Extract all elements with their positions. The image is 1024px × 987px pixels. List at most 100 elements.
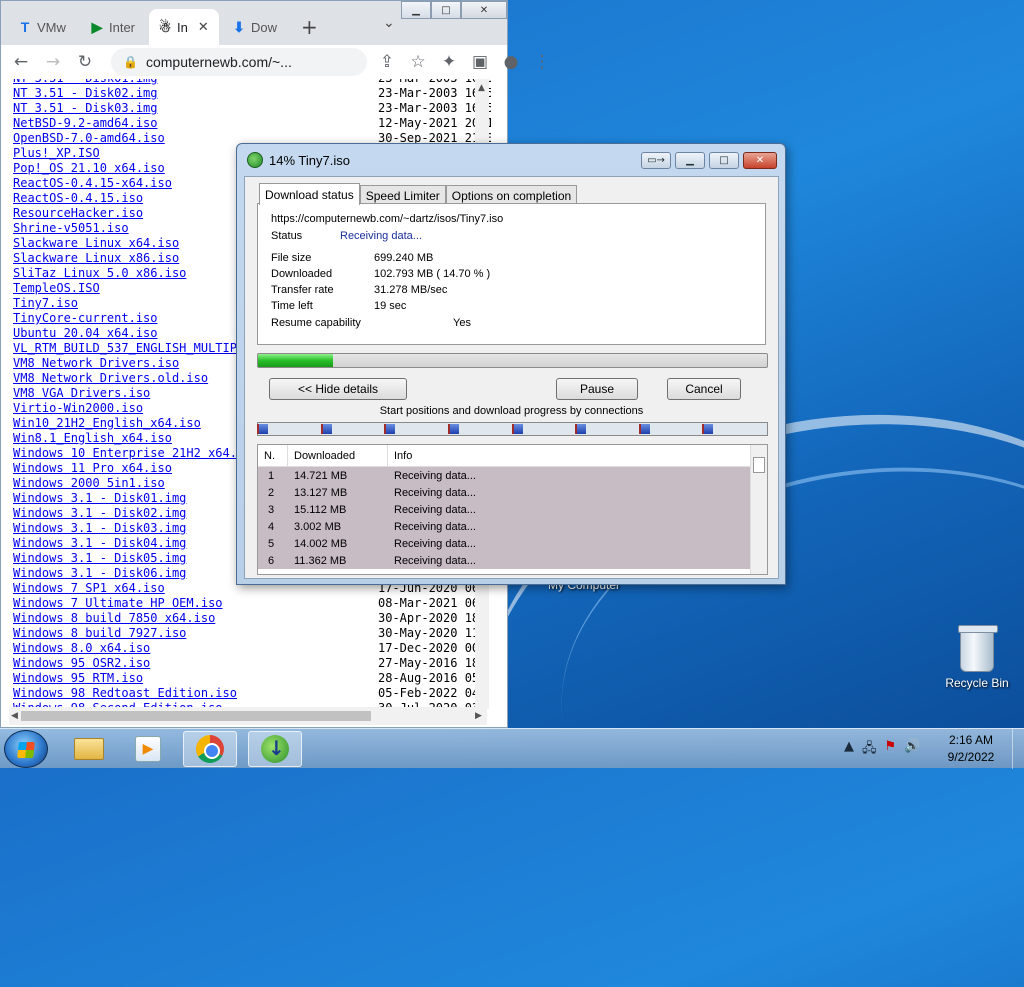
tab-speed-limiter[interactable]: Speed Limiter xyxy=(359,185,446,205)
extensions-icon[interactable]: ✦ xyxy=(435,48,463,76)
file-link[interactable]: Windows 11 Pro x64.iso xyxy=(13,461,172,475)
file-link[interactable]: Windows 7 SP1 x64.iso xyxy=(13,581,165,595)
taskbar-chrome[interactable] xyxy=(183,731,237,767)
file-link[interactable]: Windows 8 build 7850 x64.iso xyxy=(13,611,215,625)
reload-icon[interactable]: ↻ xyxy=(71,48,99,76)
file-link[interactable]: Ubuntu 20.04 x64.iso xyxy=(13,326,158,340)
file-link[interactable]: ResourceHacker.iso xyxy=(13,206,143,220)
file-link[interactable]: Windows 3.1 - Disk05.img xyxy=(13,551,186,565)
taskbar-media-player[interactable]: ▶ xyxy=(121,731,175,767)
tab-internet[interactable]: ▶ Inter xyxy=(81,9,145,45)
file-link[interactable]: Windows 10 Enterprise 21H2 x64.i xyxy=(13,446,244,460)
tab-options-on-completion[interactable]: Options on completion xyxy=(445,185,578,205)
file-link[interactable]: ReactOS-0.4.15.iso xyxy=(13,191,143,205)
start-button[interactable] xyxy=(4,730,48,768)
file-link[interactable]: VM8 VGA Drivers.iso xyxy=(13,386,150,400)
file-link[interactable]: Windows 8.0 x64.iso xyxy=(13,641,150,655)
network-icon[interactable]: 🖧 xyxy=(862,739,877,761)
send-to-tray-button[interactable]: ▭→ xyxy=(641,152,671,169)
minimize-button[interactable]: ▁ xyxy=(401,1,431,19)
file-link[interactable]: VM8 Network Drivers.old.iso xyxy=(13,371,208,385)
taskbar-explorer[interactable] xyxy=(62,731,116,767)
maximize-button[interactable]: □ xyxy=(431,1,461,19)
table-scroll-thumb[interactable] xyxy=(753,457,765,473)
file-link[interactable]: Windows 98 Redtoast Edition.iso xyxy=(13,686,237,700)
file-link[interactable]: Windows 2000 5in1.iso xyxy=(13,476,165,490)
file-link[interactable]: Tiny7.iso xyxy=(13,296,78,310)
file-link[interactable]: NT 3.51 - Disk03.img xyxy=(13,101,158,115)
col-n[interactable]: N. xyxy=(258,445,288,466)
new-tab-button[interactable]: + xyxy=(301,15,318,39)
profile-avatar-icon[interactable]: ● xyxy=(497,48,525,76)
menu-kebab-icon[interactable]: ⋮ xyxy=(528,48,556,76)
file-link[interactable]: NetBSD-9.2-amd64.iso xyxy=(13,116,158,130)
forward-icon[interactable]: → xyxy=(39,48,67,76)
dialog-maximize-button[interactable]: □ xyxy=(709,152,739,169)
file-link[interactable]: Pop!_OS 21.10 x64.iso xyxy=(13,161,165,175)
address-bar[interactable]: 🔒 computernewb.com/~... xyxy=(111,48,367,76)
file-link[interactable]: VM8 Network Drivers.iso xyxy=(13,356,179,370)
file-link[interactable]: Slackware Linux x86.iso xyxy=(13,251,179,265)
connection-row[interactable]: 5 14.002 MB Receiving data... xyxy=(258,535,767,552)
file-link[interactable]: Slackware Linux x64.iso xyxy=(13,236,179,250)
connection-row[interactable]: 1 14.721 MB Receiving data... xyxy=(258,467,767,484)
pause-button[interactable]: Pause xyxy=(556,378,638,400)
tab-downloads[interactable]: ⬇ Dow xyxy=(223,9,287,45)
file-link[interactable]: Windows 3.1 - Disk03.img xyxy=(13,521,186,535)
bookmark-star-icon[interactable]: ☆ xyxy=(404,48,432,76)
file-link[interactable]: ReactOS-0.4.15-x64.iso xyxy=(13,176,172,190)
hide-details-button[interactable]: << Hide details xyxy=(269,378,407,400)
close-button[interactable]: ✕ xyxy=(461,1,507,19)
dialog-minimize-button[interactable]: ▁ xyxy=(675,152,705,169)
col-downloaded[interactable]: Downloaded xyxy=(288,445,388,466)
tab-index[interactable]: ☃ In ✕ xyxy=(149,9,219,45)
file-link[interactable]: Windows 3.1 - Disk01.img xyxy=(13,491,186,505)
cancel-button[interactable]: Cancel xyxy=(667,378,741,400)
action-center-flag-icon[interactable]: ⚑ xyxy=(885,739,897,761)
file-link[interactable]: Plus!_XP.ISO xyxy=(13,146,100,160)
file-link[interactable]: SliTaz Linux 5.0 x86.iso xyxy=(13,266,186,280)
file-link[interactable]: Windows 95 RTM.iso xyxy=(13,671,143,685)
file-link[interactable]: Windows 95 OSR2.iso xyxy=(13,656,150,670)
dialog-close-button[interactable]: ✕ xyxy=(743,152,777,169)
connection-row[interactable]: 6 11.362 MB Receiving data... xyxy=(258,552,767,569)
scroll-left-arrow-icon[interactable]: ◀ xyxy=(11,711,18,721)
file-link[interactable]: NT 3.51 - Disk01.img xyxy=(13,79,158,85)
share-icon[interactable]: ⇪ xyxy=(373,48,401,76)
file-link[interactable]: Windows 8 build 7927.iso xyxy=(13,626,186,640)
file-link[interactable]: TinyCore-current.iso xyxy=(13,311,158,325)
scroll-up-arrow-icon[interactable]: ▲ xyxy=(478,83,485,93)
close-tab-icon[interactable]: ✕ xyxy=(198,19,209,35)
show-desktop-button[interactable] xyxy=(1012,729,1024,769)
file-link[interactable]: Windows 3.1 - Disk04.img xyxy=(13,536,186,550)
file-link[interactable]: Windows 3.1 - Disk06.img xyxy=(13,566,186,580)
file-link[interactable]: TempleOS.ISO xyxy=(13,281,100,295)
tab-vmware[interactable]: T VMw xyxy=(9,9,79,45)
tab-search-chevron-icon[interactable]: ⌄ xyxy=(383,15,395,31)
side-panel-icon[interactable]: ▣ xyxy=(466,48,494,76)
tab-download-status[interactable]: Download status xyxy=(259,183,360,205)
file-link[interactable]: Windows 7 Ultimate HP OEM.iso xyxy=(13,596,223,610)
file-link[interactable]: Windows 3.1 - Disk02.img xyxy=(13,506,186,520)
col-info[interactable]: Info xyxy=(388,445,751,466)
connection-row[interactable]: 2 13.127 MB Receiving data... xyxy=(258,484,767,501)
file-link[interactable]: Win8.1_English_x64.iso xyxy=(13,431,172,445)
scroll-right-arrow-icon[interactable]: ▶ xyxy=(475,711,482,721)
file-link[interactable]: NT 3.51 - Disk02.img xyxy=(13,86,158,100)
file-link[interactable]: VL_RTM_BUILD_537_ENGLISH_MULTIPO xyxy=(13,341,244,355)
show-hidden-icons-icon[interactable]: ▲ xyxy=(844,739,854,761)
file-link[interactable]: Shrine-v5051.iso xyxy=(13,221,129,235)
horizontal-scrollbar[interactable]: ◀ ▶ xyxy=(9,707,487,725)
file-link[interactable]: Virtio-Win2000.iso xyxy=(13,401,143,415)
volume-icon[interactable]: 🔊 xyxy=(904,739,920,761)
taskbar-idm[interactable] xyxy=(248,731,302,767)
table-scrollbar[interactable] xyxy=(750,445,767,574)
connection-row[interactable]: 4 3.002 MB Receiving data... xyxy=(258,518,767,535)
recycle-bin[interactable]: Recycle Bin xyxy=(942,625,1012,690)
clock[interactable]: 2:16 AM 9/2/2022 xyxy=(935,732,1007,766)
file-link[interactable]: OpenBSD-7.0-amd64.iso xyxy=(13,131,165,145)
back-icon[interactable]: ← xyxy=(7,48,35,76)
file-link[interactable]: Win10_21H2_English_x64.iso xyxy=(13,416,201,430)
connection-row[interactable]: 3 15.112 MB Receiving data... xyxy=(258,501,767,518)
horizontal-scroll-thumb[interactable] xyxy=(21,711,371,721)
